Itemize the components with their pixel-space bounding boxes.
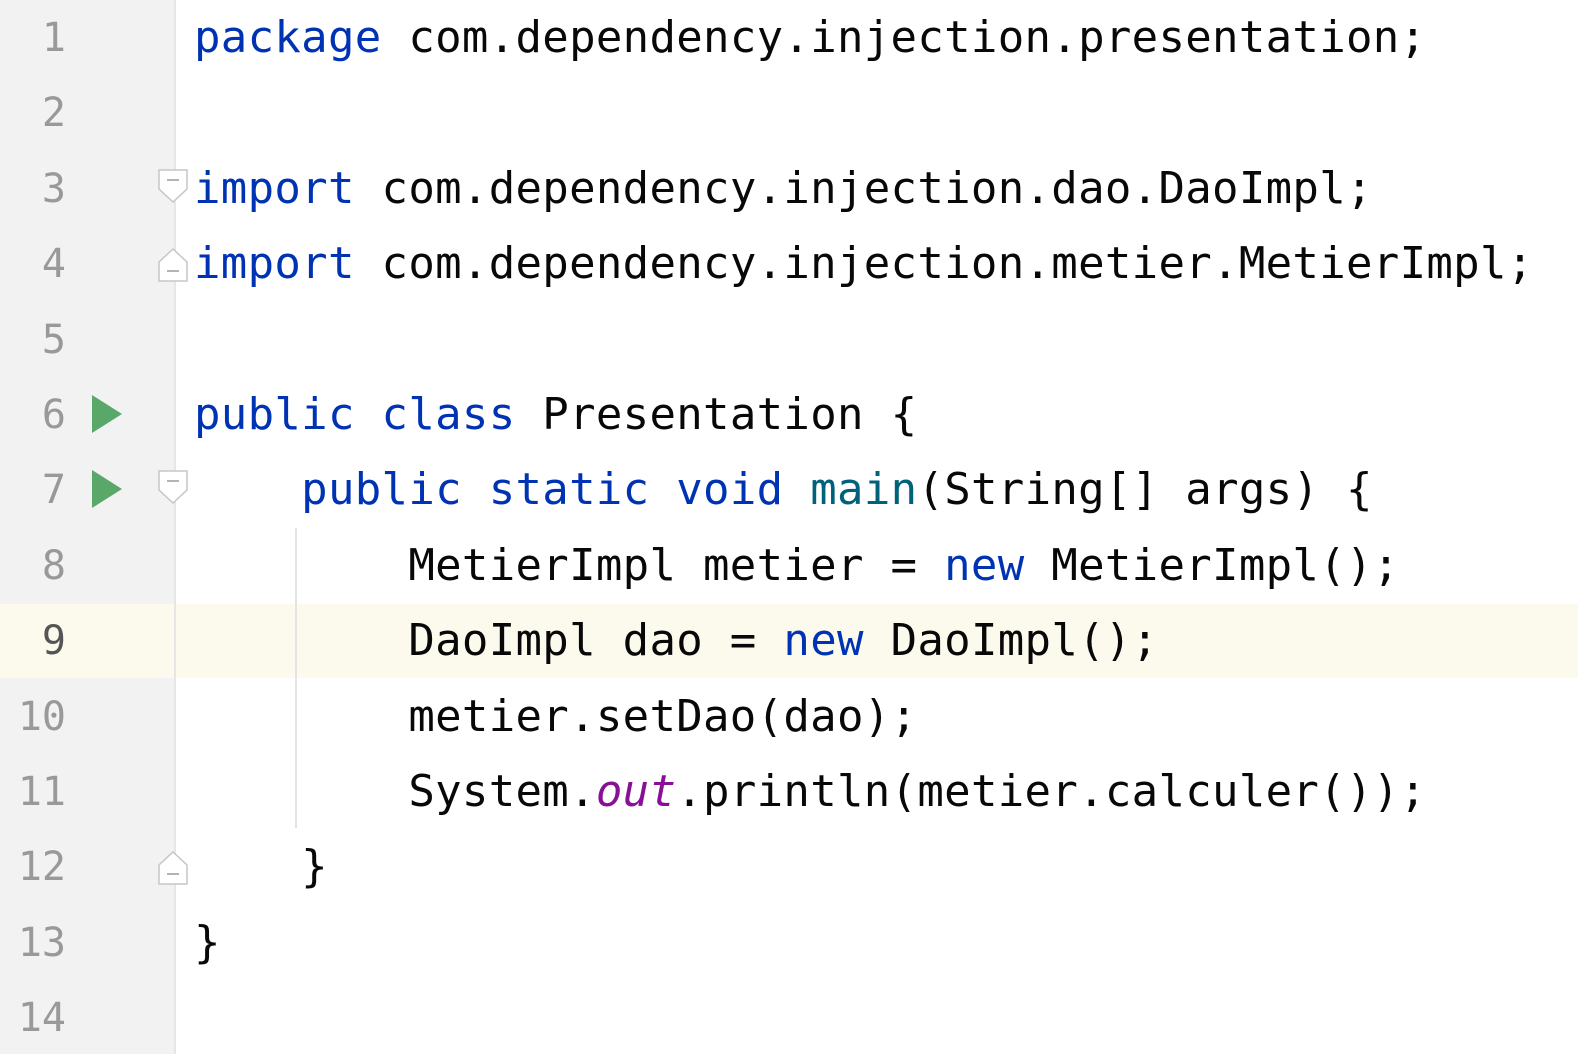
code-line[interactable]: 4 import com.dependency.injection.metier.… [0,226,1578,301]
code-token: com.dependency.injection.dao.DaoImpl; [354,162,1373,214]
code-token: DaoImpl(); [863,615,1159,667]
keyword-token: new [783,615,864,667]
code-text[interactable]: package com.dependency.injection.present… [194,12,1426,64]
code-text[interactable]: import com.dependency.injection.dao.DaoI… [194,163,1373,215]
code-token: DaoImpl dao = [408,615,784,667]
keyword-token: static [488,464,650,516]
keyword-token: package [194,12,382,63]
line-number: 14 [17,995,66,1042]
line-number: 4 [41,241,66,288]
code-line[interactable]: 13} [0,905,1578,980]
code-text[interactable]: System.out.println(metier.calculer()); [194,766,1426,818]
line-number: 13 [17,919,66,966]
code-token: MetierImpl(); [1024,539,1400,591]
code-token: (String[] args) { [917,464,1373,516]
code-token: } [194,916,221,968]
code-token: com.dependency.injection.metier.MetierIm… [354,238,1534,290]
code-token: MetierImpl metier = [408,539,945,591]
code-text[interactable]: } [194,917,221,969]
keyword-token: new [944,539,1025,591]
keyword-token: void [676,464,784,516]
method-name-token: main [810,464,918,516]
code-line[interactable]: 5 [0,302,1578,377]
run-icon[interactable] [92,395,122,433]
code-line[interactable]: 6 public class Presentation { [0,377,1578,452]
code-line[interactable]: 7 public static void main(String[] args)… [0,452,1578,527]
code-token: Presentation { [515,389,918,440]
fold-end-icon[interactable] [158,851,188,886]
code-token: metier.setDao(dao); [408,690,918,742]
fold-collapse-icon[interactable] [158,169,188,203]
line-number: 10 [17,693,66,740]
code-text[interactable]: public static void main(String[] args) { [194,464,1373,516]
line-number: 8 [41,542,66,589]
line-number: 5 [41,316,66,363]
code-token: com.dependency.injection.presentation; [381,12,1427,63]
line-number: 3 [41,165,66,212]
code-text[interactable]: } [194,841,328,893]
fold-collapse-icon[interactable] [158,470,188,505]
line-number: 2 [41,90,66,137]
keyword-token: public [301,464,462,516]
code-line[interactable]: 8 MetierImpl metier = new MetierImpl(); [0,528,1578,603]
code-line[interactable]: 11 System.out.println(metier.calculer())… [0,754,1578,829]
code-text[interactable]: public class Presentation { [194,389,917,441]
code-text[interactable]: metier.setDao(dao); [194,691,917,743]
static-field-token: out [595,766,677,817]
code-token: } [301,841,328,893]
code-text[interactable]: import com.dependency.injection.metier.M… [194,238,1534,290]
code-text[interactable]: DaoImpl dao = new DaoImpl(); [194,615,1158,667]
line-number: 7 [41,467,66,514]
fold-end-icon[interactable] [158,248,188,282]
code-line[interactable]: 10 metier.setDao(dao); [0,679,1578,754]
code-token: System. [408,766,596,817]
code-line[interactable]: 12 } [0,829,1578,904]
code-line[interactable]: 3 import com.dependency.injection.dao.Dao… [0,151,1578,226]
line-number: 12 [17,844,66,891]
keyword-token: import [194,162,355,214]
line-number: 9 [41,618,66,665]
code-token: .println(metier.calculer()); [676,766,1427,817]
code-text[interactable]: MetierImpl metier = new MetierImpl(); [194,540,1400,592]
code-line[interactable]: 9 DaoImpl dao = new DaoImpl(); [0,603,1578,678]
keyword-token: public [194,389,355,440]
code-line[interactable]: 1 package com.dependency.injection.presen… [0,0,1578,75]
line-number: 6 [41,392,66,438]
code-line[interactable]: 14 [0,980,1578,1054]
code-line[interactable]: 2 [0,75,1578,150]
line-number: 11 [17,769,66,815]
keyword-token: class [381,389,516,440]
line-number: 1 [41,15,66,61]
code-editor[interactable]: 1 package com.dependency.injection.presen… [0,0,1578,1054]
run-icon[interactable] [92,470,122,509]
keyword-token: import [194,238,355,290]
